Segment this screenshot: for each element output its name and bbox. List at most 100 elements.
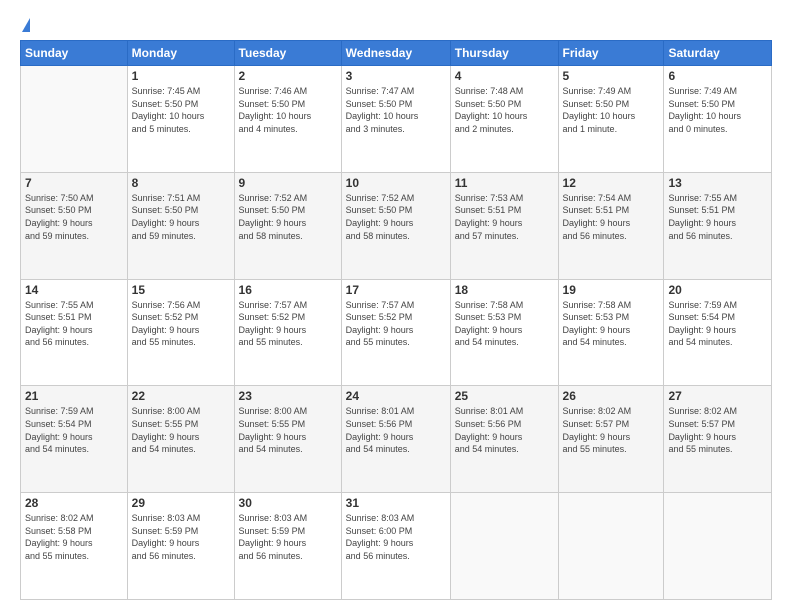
calendar-cell: 20Sunrise: 7:59 AM Sunset: 5:54 PM Dayli… [664, 279, 772, 386]
day-number: 28 [25, 496, 123, 510]
calendar-cell: 1 Sunrise: 7:45 AM Sunset: 5:50 PM Daylig… [127, 66, 234, 173]
calendar-cell: 24 Sunrise: 8:01 AM Sunset: 5:56 PM Dayli… [341, 386, 450, 493]
calendar-cell: 29 Sunrise: 8:03 AM Sunset: 5:59 PM Dayli… [127, 493, 234, 600]
calendar-cell: 14 Sunrise: 7:55 AM Sunset: 5:51 PM Dayli… [21, 279, 128, 386]
calendar-cell [558, 493, 664, 600]
calendar-cell: 25Sunrise: 8:01 AM Sunset: 5:56 PM Dayli… [450, 386, 558, 493]
calendar-cell: 27 Sunrise: 8:02 AM Sunset: 5:57 PM Dayli… [664, 386, 772, 493]
day-info: Sunrise: 7:46 AM Sunset: 5:50 PM Dayligh… [239, 85, 337, 135]
calendar-cell: 9 Sunrise: 7:52 AM Sunset: 5:50 PM Daylig… [234, 172, 341, 279]
calendar-cell [664, 493, 772, 600]
calendar-week-row: 1 Sunrise: 7:45 AM Sunset: 5:50 PM Daylig… [21, 66, 772, 173]
day-number: 27 [668, 389, 767, 403]
day-info: Sunrise: 7:48 AM Sunset: 5:50 PM Dayligh… [455, 85, 554, 135]
calendar-cell: 18 Sunrise: 7:58 AM Sunset: 5:53 PM Dayli… [450, 279, 558, 386]
day-info: Sunrise: 8:01 AM Sunset: 5:56 PM Dayligh… [455, 405, 554, 455]
day-number: 1 [132, 69, 230, 83]
day-info: Sunrise: 8:01 AM Sunset: 5:56 PM Dayligh… [346, 405, 446, 455]
calendar-cell: 26 Sunrise: 8:02 AM Sunset: 5:57 PM Dayli… [558, 386, 664, 493]
day-number: 18 [455, 283, 554, 297]
day-info: Sunrise: 8:02 AM Sunset: 5:58 PM Dayligh… [25, 512, 123, 562]
calendar-week-row: 21 Sunrise: 7:59 AM Sunset: 5:54 PM Dayli… [21, 386, 772, 493]
calendar-day-header: Friday [558, 41, 664, 66]
day-number: 4 [455, 69, 554, 83]
day-info: Sunrise: 7:49 AM Sunset: 5:50 PM Dayligh… [668, 85, 767, 135]
calendar-cell: 21 Sunrise: 7:59 AM Sunset: 5:54 PM Dayli… [21, 386, 128, 493]
calendar-week-row: 7 Sunrise: 7:50 AM Sunset: 5:50 PM Daylig… [21, 172, 772, 279]
day-number: 29 [132, 496, 230, 510]
day-info: Sunrise: 7:50 AM Sunset: 5:50 PM Dayligh… [25, 192, 123, 242]
day-info: Sunrise: 8:03 AM Sunset: 5:59 PM Dayligh… [132, 512, 230, 562]
day-info: Sunrise: 7:58 AM Sunset: 5:53 PM Dayligh… [455, 299, 554, 349]
day-info: Sunrise: 7:52 AM Sunset: 5:50 PM Dayligh… [346, 192, 446, 242]
calendar-cell: 13Sunrise: 7:55 AM Sunset: 5:51 PM Dayli… [664, 172, 772, 279]
day-number: 14 [25, 283, 123, 297]
day-info: Sunrise: 7:58 AM Sunset: 5:53 PM Dayligh… [563, 299, 660, 349]
day-info: Sunrise: 8:03 AM Sunset: 5:59 PM Dayligh… [239, 512, 337, 562]
calendar-cell: 6 Sunrise: 7:49 AM Sunset: 5:50 PM Daylig… [664, 66, 772, 173]
day-number: 23 [239, 389, 337, 403]
day-number: 21 [25, 389, 123, 403]
day-number: 6 [668, 69, 767, 83]
day-info: Sunrise: 7:52 AM Sunset: 5:50 PM Dayligh… [239, 192, 337, 242]
calendar-cell: 7 Sunrise: 7:50 AM Sunset: 5:50 PM Daylig… [21, 172, 128, 279]
header [20, 18, 772, 30]
day-info: Sunrise: 8:00 AM Sunset: 5:55 PM Dayligh… [132, 405, 230, 455]
calendar-cell: 4 Sunrise: 7:48 AM Sunset: 5:50 PM Daylig… [450, 66, 558, 173]
day-number: 7 [25, 176, 123, 190]
day-number: 11 [455, 176, 554, 190]
day-number: 5 [563, 69, 660, 83]
day-number: 24 [346, 389, 446, 403]
day-number: 22 [132, 389, 230, 403]
calendar-cell: 19 Sunrise: 7:58 AM Sunset: 5:53 PM Dayli… [558, 279, 664, 386]
day-info: Sunrise: 7:49 AM Sunset: 5:50 PM Dayligh… [563, 85, 660, 135]
day-number: 10 [346, 176, 446, 190]
calendar-cell: 31 Sunrise: 8:03 AM Sunset: 6:00 PM Dayli… [341, 493, 450, 600]
day-info: Sunrise: 8:00 AM Sunset: 5:55 PM Dayligh… [239, 405, 337, 455]
calendar-day-header: Tuesday [234, 41, 341, 66]
calendar-week-row: 28 Sunrise: 8:02 AM Sunset: 5:58 PM Dayli… [21, 493, 772, 600]
day-info: Sunrise: 7:59 AM Sunset: 5:54 PM Dayligh… [668, 299, 767, 349]
day-number: 9 [239, 176, 337, 190]
day-info: Sunrise: 7:55 AM Sunset: 5:51 PM Dayligh… [25, 299, 123, 349]
day-info: Sunrise: 7:59 AM Sunset: 5:54 PM Dayligh… [25, 405, 123, 455]
calendar-cell: 30Sunrise: 8:03 AM Sunset: 5:59 PM Dayli… [234, 493, 341, 600]
calendar-table: SundayMondayTuesdayWednesdayThursdayFrid… [20, 40, 772, 600]
logo-icon [22, 18, 30, 32]
calendar-cell: 10 Sunrise: 7:52 AM Sunset: 5:50 PM Dayli… [341, 172, 450, 279]
calendar-cell: 2Sunrise: 7:46 AM Sunset: 5:50 PM Daylig… [234, 66, 341, 173]
calendar-cell [21, 66, 128, 173]
day-number: 31 [346, 496, 446, 510]
calendar-day-header: Saturday [664, 41, 772, 66]
calendar-cell: 8Sunrise: 7:51 AM Sunset: 5:50 PM Daylig… [127, 172, 234, 279]
day-info: Sunrise: 7:54 AM Sunset: 5:51 PM Dayligh… [563, 192, 660, 242]
calendar-cell: 16 Sunrise: 7:57 AM Sunset: 5:52 PM Dayli… [234, 279, 341, 386]
day-info: Sunrise: 7:45 AM Sunset: 5:50 PM Dayligh… [132, 85, 230, 135]
day-number: 15 [132, 283, 230, 297]
calendar-cell: 11 Sunrise: 7:53 AM Sunset: 5:51 PM Dayli… [450, 172, 558, 279]
day-number: 17 [346, 283, 446, 297]
calendar-day-header: Thursday [450, 41, 558, 66]
day-number: 26 [563, 389, 660, 403]
calendar-cell: 23 Sunrise: 8:00 AM Sunset: 5:55 PM Dayli… [234, 386, 341, 493]
day-info: Sunrise: 7:53 AM Sunset: 5:51 PM Dayligh… [455, 192, 554, 242]
day-info: Sunrise: 7:57 AM Sunset: 5:52 PM Dayligh… [346, 299, 446, 349]
calendar-cell [450, 493, 558, 600]
day-info: Sunrise: 8:03 AM Sunset: 6:00 PM Dayligh… [346, 512, 446, 562]
calendar-cell: 15 Sunrise: 7:56 AM Sunset: 5:52 PM Dayli… [127, 279, 234, 386]
day-info: Sunrise: 8:02 AM Sunset: 5:57 PM Dayligh… [563, 405, 660, 455]
day-info: Sunrise: 7:57 AM Sunset: 5:52 PM Dayligh… [239, 299, 337, 349]
calendar-cell: 22 Sunrise: 8:00 AM Sunset: 5:55 PM Dayli… [127, 386, 234, 493]
day-info: Sunrise: 7:56 AM Sunset: 5:52 PM Dayligh… [132, 299, 230, 349]
day-number: 3 [346, 69, 446, 83]
day-number: 12 [563, 176, 660, 190]
day-info: Sunrise: 8:02 AM Sunset: 5:57 PM Dayligh… [668, 405, 767, 455]
day-info: Sunrise: 7:55 AM Sunset: 5:51 PM Dayligh… [668, 192, 767, 242]
calendar-week-row: 14 Sunrise: 7:55 AM Sunset: 5:51 PM Dayli… [21, 279, 772, 386]
day-number: 16 [239, 283, 337, 297]
calendar-cell: 5 Sunrise: 7:49 AM Sunset: 5:50 PM Daylig… [558, 66, 664, 173]
calendar-cell: 3Sunrise: 7:47 AM Sunset: 5:50 PM Daylig… [341, 66, 450, 173]
calendar-header-row: SundayMondayTuesdayWednesdayThursdayFrid… [21, 41, 772, 66]
logo [20, 18, 30, 30]
day-number: 19 [563, 283, 660, 297]
